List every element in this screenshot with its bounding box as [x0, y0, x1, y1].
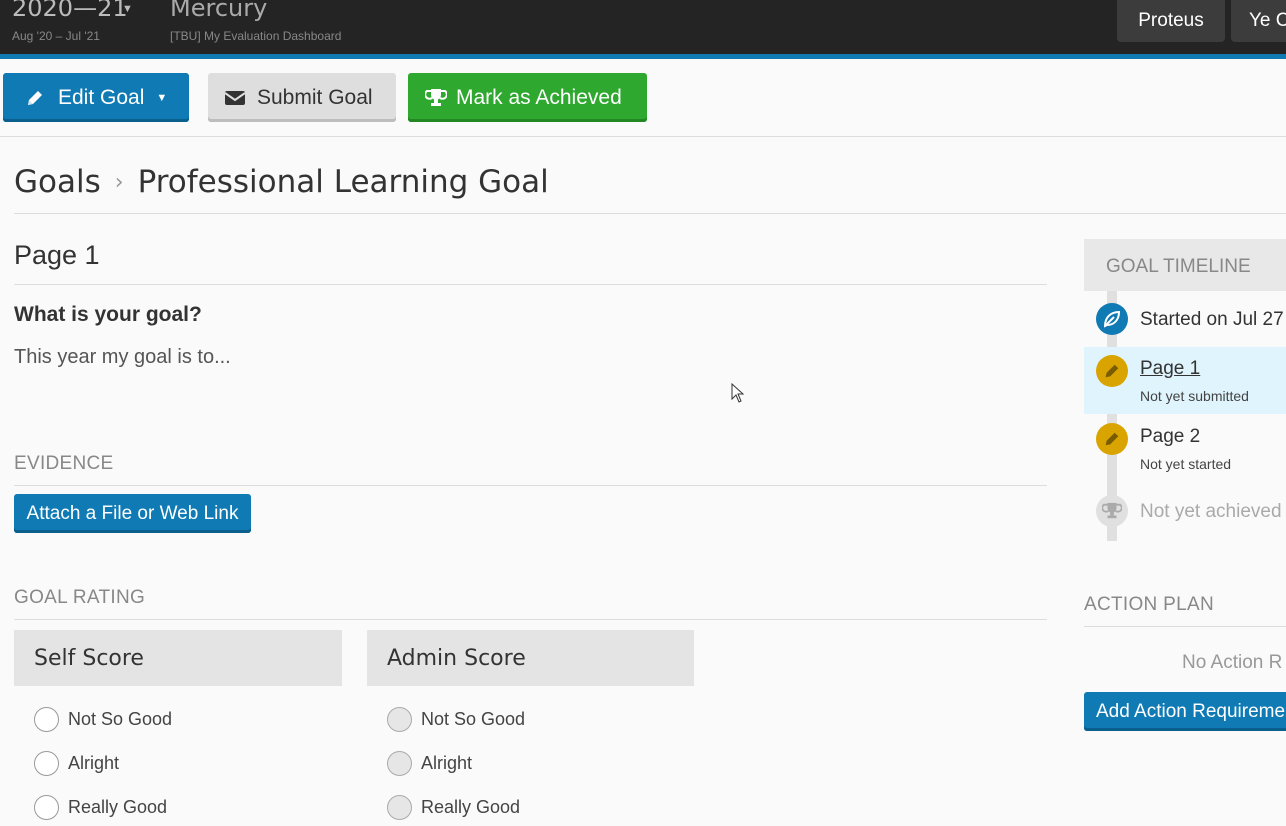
pencil-icon: [1096, 355, 1128, 387]
pencil-icon: [24, 87, 46, 109]
timeline-page2-status: Not yet started: [1140, 456, 1232, 472]
submit-goal-button[interactable]: Submit Goal: [208, 73, 396, 122]
proteus-button[interactable]: Proteus: [1117, 0, 1225, 42]
caret-down-icon[interactable]: ▼: [122, 3, 133, 15]
option-label: Alright: [68, 753, 120, 773]
radio-button[interactable]: [34, 751, 59, 776]
option-label: Really Good: [68, 797, 168, 817]
self-score-option[interactable]: Not So Good: [34, 707, 172, 732]
trophy-icon: [1096, 495, 1128, 527]
caret-down-icon: ▼: [156, 91, 168, 104]
page-title: Professional Learning Goal: [137, 164, 549, 200]
admin-score-option: Alright: [387, 751, 472, 776]
option-label: Not So Good: [68, 709, 173, 729]
mark-achieved-button[interactable]: Mark as Achieved: [408, 73, 647, 122]
admin-score-header: Admin Score: [367, 630, 694, 686]
page-heading: Page 1: [14, 240, 100, 270]
submit-goal-label: Submit Goal: [257, 85, 373, 109]
option-label: Alright: [421, 753, 473, 773]
trophy-icon: [425, 87, 447, 109]
self-score-header: Self Score: [14, 630, 342, 686]
goal-timeline-title: GOAL TIMELINE: [1106, 256, 1251, 277]
mark-achieved-label: Mark as Achieved: [456, 85, 622, 109]
breadcrumb-goals-link[interactable]: Goals: [14, 164, 101, 200]
app-title[interactable]: Mercury: [170, 0, 267, 22]
goal-rating-label: GOAL RATING: [14, 587, 146, 608]
admin-score-option: Not So Good: [387, 707, 525, 732]
school-year-selector[interactable]: 2020—21: [12, 0, 128, 22]
envelope-icon: [224, 87, 246, 109]
self-score-option[interactable]: Alright: [34, 751, 119, 776]
app-subtitle: [TBU] My Evaluation Dashboard: [170, 29, 342, 43]
divider: [14, 619, 1047, 620]
divider: [14, 485, 1047, 486]
breadcrumb: Goals › Professional Learning Goal: [14, 164, 549, 200]
chevron-right-icon: ›: [114, 169, 124, 195]
leaf-icon: [1096, 303, 1128, 335]
radio-button: [387, 751, 412, 776]
timeline-achieved: Not yet achieved: [1140, 501, 1282, 522]
radio-button: [387, 707, 412, 732]
school-year-range: Aug '20 – Jul '21: [12, 29, 100, 43]
add-action-button[interactable]: Add Action Requireme: [1084, 692, 1286, 731]
radio-button[interactable]: [34, 795, 59, 820]
divider: [14, 284, 1047, 285]
pencil-icon: [1096, 423, 1128, 455]
user-menu-button[interactable]: Ye C: [1231, 0, 1286, 42]
edit-goal-label: Edit Goal: [58, 85, 145, 109]
evidence-label: EVIDENCE: [14, 453, 114, 474]
timeline-page1-status: Not yet submitted: [1140, 388, 1249, 404]
timeline-page2[interactable]: Page 2: [1140, 426, 1200, 448]
mouse-cursor-icon: [731, 382, 745, 408]
edit-goal-button[interactable]: Edit Goal ▼: [3, 73, 189, 122]
option-label: Really Good: [421, 797, 521, 817]
self-score-option[interactable]: Really Good: [34, 795, 167, 820]
radio-button[interactable]: [34, 707, 59, 732]
goal-question: What is your goal?: [14, 303, 202, 326]
admin-score-option: Really Good: [387, 795, 520, 820]
goal-answer: This year my goal is to...: [14, 346, 231, 368]
radio-button: [387, 795, 412, 820]
option-label: Not So Good: [421, 709, 526, 729]
no-action-text: No Action R: [1182, 652, 1283, 673]
action-plan-label: ACTION PLAN: [1084, 594, 1214, 615]
goal-toolbar: Edit Goal ▼ Submit Goal Mark as Achieved: [0, 59, 1286, 137]
divider: [1084, 626, 1286, 627]
timeline-page1-link[interactable]: Page 1: [1140, 358, 1200, 380]
timeline-started: Started on Jul 27: [1140, 309, 1284, 330]
divider: [14, 213, 1286, 214]
attach-file-button[interactable]: Attach a File or Web Link: [14, 494, 251, 533]
